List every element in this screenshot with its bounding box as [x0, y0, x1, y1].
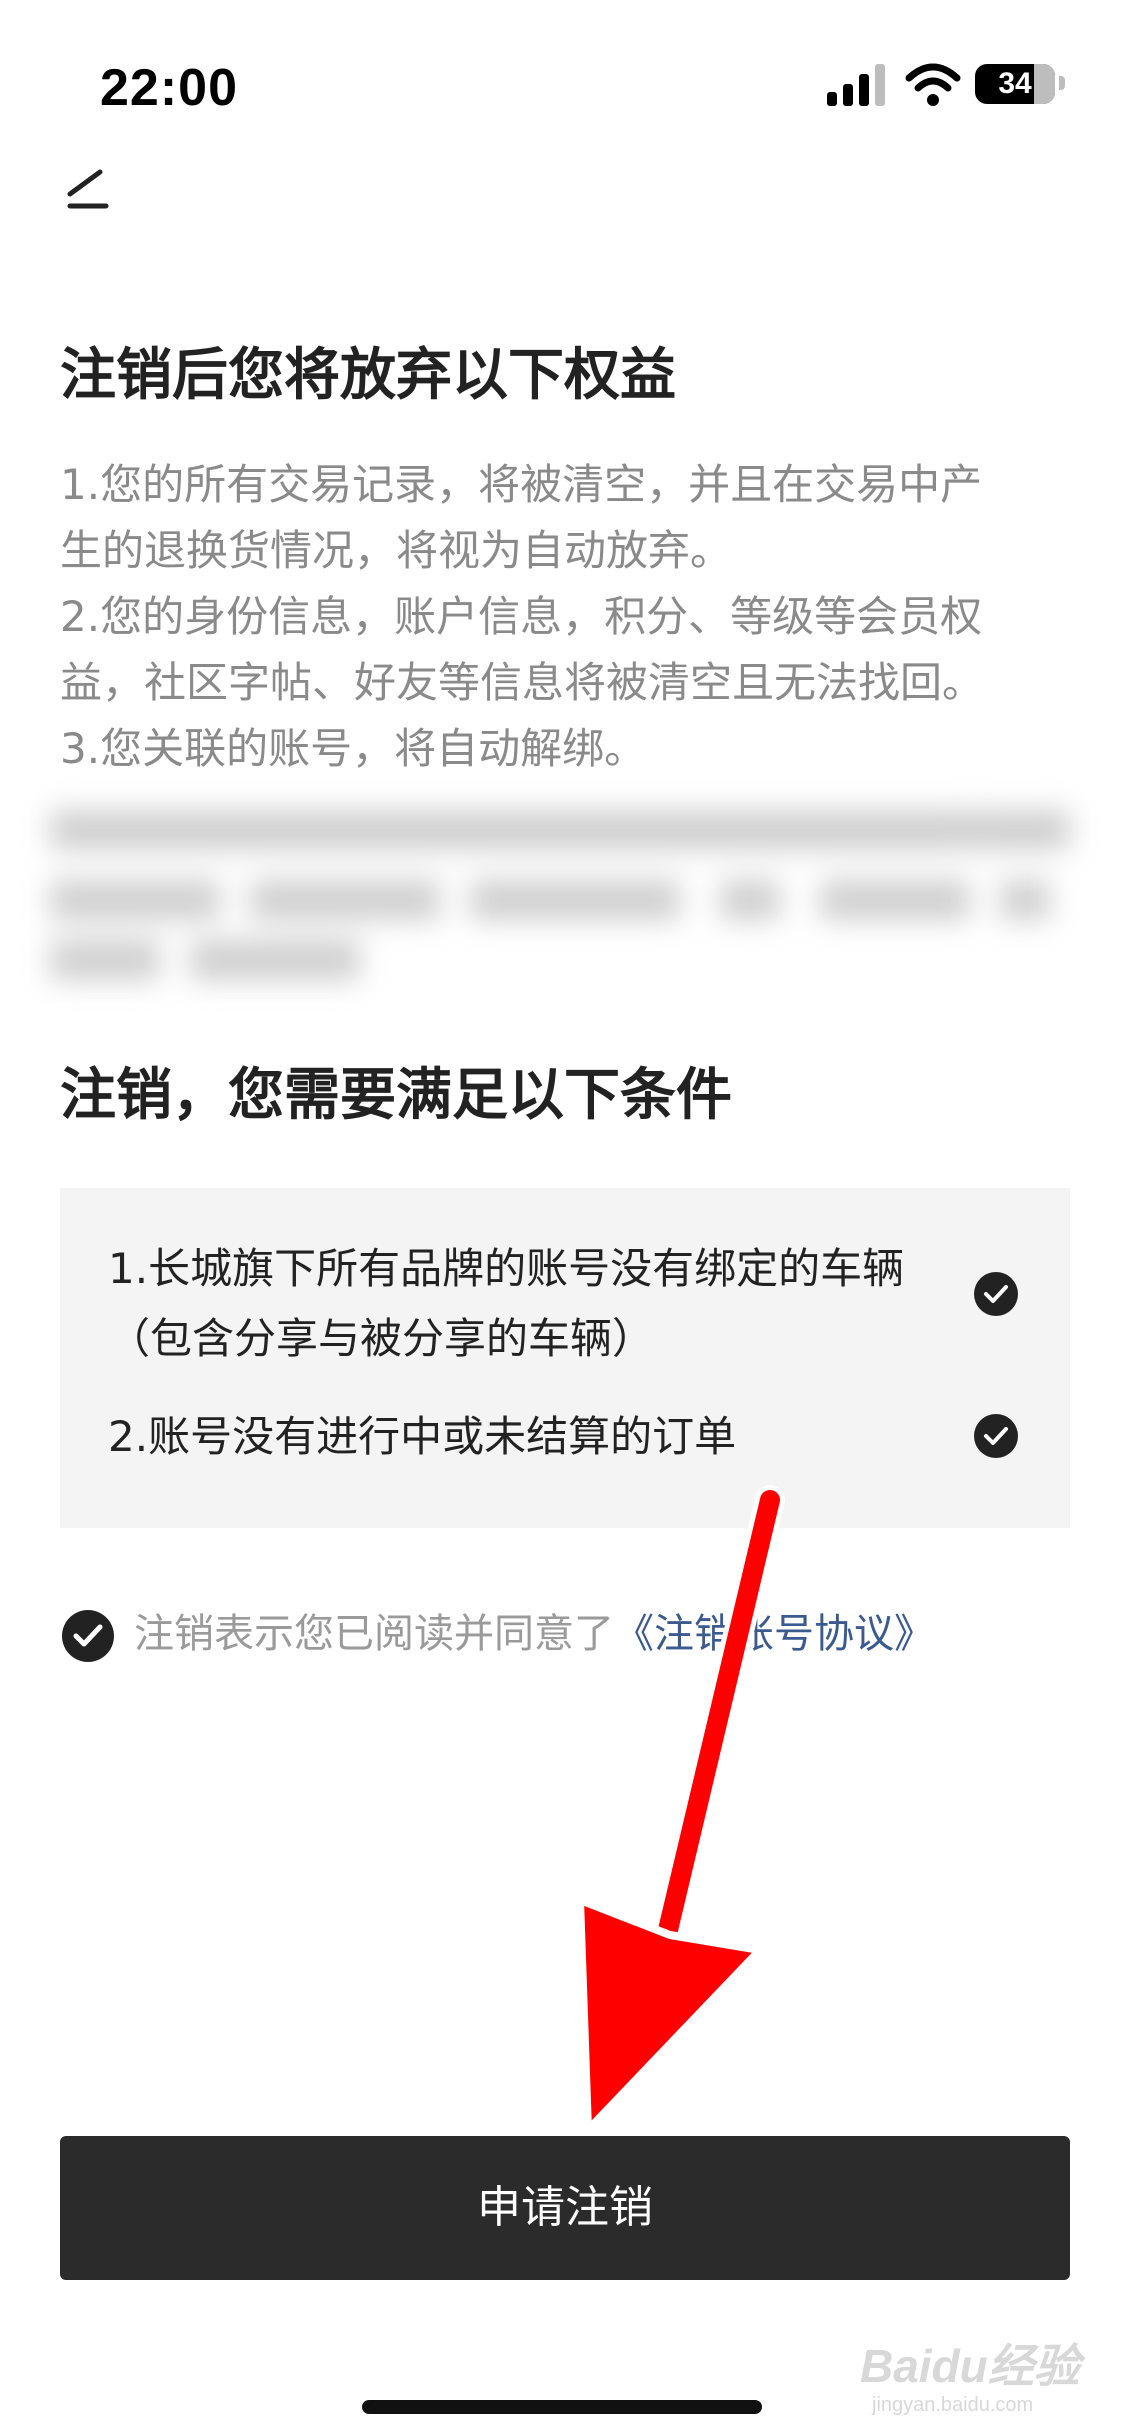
blurred-text-block: [30, 790, 1070, 990]
battery-level: 34: [998, 67, 1032, 100]
watermark-url: jingyan.baidu.com: [872, 2394, 1034, 2416]
status-icons: 34: [825, 62, 1065, 108]
condition-item-1: 1.长城旗下所有品牌的账号没有绑定的车辆（包含分享与被分享的车辆）: [108, 1244, 905, 1363]
apply-cancel-account-button[interactable]: 申请注销: [60, 2136, 1070, 2280]
agreement-checkbox[interactable]: [62, 1610, 114, 1662]
wifi-icon: [905, 63, 961, 106]
watermark-logo: Baidu经验: [860, 2340, 1080, 2392]
section-title-conditions: 注销，您需要满足以下条件: [60, 1063, 732, 1128]
back-arrow-icon[interactable]: [60, 168, 116, 212]
battery-icon: 34: [975, 64, 1055, 104]
check-circle-icon: [974, 1272, 1018, 1316]
check-circle-icon: [974, 1414, 1018, 1458]
rights-description: 1.您的所有交易记录，将被清空，并且在交易中产 生的退换货情况，将视为自动放弃。…: [60, 460, 985, 773]
section-title-rights: 注销后您将放弃以下权益: [60, 343, 676, 408]
status-time: 22:00: [100, 59, 238, 117]
agreement-text: 注销表示您已阅读并同意了: [134, 1611, 614, 1657]
signal-icon: [827, 64, 885, 106]
battery-tip: [1059, 76, 1065, 90]
red-arrow-annotation: [576, 1485, 785, 2134]
conditions-panel: 1.长城旗下所有品牌的账号没有绑定的车辆（包含分享与被分享的车辆） 2.账号没有…: [60, 1188, 1070, 1528]
home-indicator: [362, 2400, 762, 2414]
condition-item-2: 2.账号没有进行中或未结算的订单: [108, 1412, 737, 1461]
